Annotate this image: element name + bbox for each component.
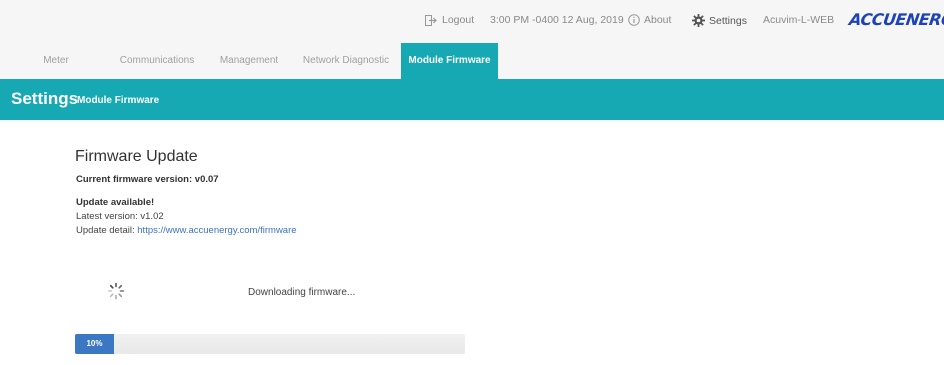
settings-link[interactable]: Settings (692, 14, 747, 27)
firmware-update-heading: Firmware Update (75, 148, 198, 165)
about-label: About (644, 14, 672, 26)
update-detail: Update detail: https://www.accuenergy.co… (76, 225, 297, 236)
page-subtitle: Module Firmware (77, 95, 160, 106)
update-detail-link[interactable]: https://www.accuenergy.com/firmware (137, 225, 296, 236)
logout-label: Logout (442, 14, 475, 26)
latest-version-text: Latest version: v1.02 (76, 211, 164, 222)
logout-icon (425, 14, 438, 26)
device-name: Acuvim-L-WEB (763, 14, 835, 26)
logout-link[interactable]: Logout (425, 14, 474, 26)
datetime-text: 3:00 PM -0400 12 Aug, 2019 (490, 14, 624, 26)
settings-label: Settings (709, 14, 747, 27)
firmware-progress-bar: 10% (75, 334, 465, 354)
brand-logo: ACCUENERGY (847, 10, 944, 29)
update-available-text: Update available! (76, 197, 155, 208)
loading-spinner-icon (107, 282, 125, 300)
tab-network-diagnostic[interactable]: Network Diagnostic (302, 43, 390, 79)
page-banner: Settings Module Firmware (0, 79, 944, 120)
tab-meter[interactable]: Meter (35, 43, 77, 79)
gear-icon (692, 14, 705, 27)
info-icon (628, 14, 640, 26)
current-firmware-version: Current firmware version: v0.07 (76, 174, 219, 185)
about-link[interactable]: About (628, 14, 671, 26)
tab-module-firmware[interactable]: Module Firmware (401, 43, 498, 79)
page-title: Settings (11, 89, 79, 108)
tab-management[interactable]: Management (214, 43, 284, 79)
tab-communications[interactable]: Communications (112, 43, 202, 79)
settings-tabs: Meter Communications Management Network … (0, 43, 944, 79)
download-status-text: Downloading firmware... (248, 287, 356, 298)
top-bar: Logout 3:00 PM -0400 12 Aug, 2019 About (0, 0, 944, 43)
update-detail-label: Update detail: (76, 225, 138, 236)
progress-fill: 10% (75, 334, 114, 354)
